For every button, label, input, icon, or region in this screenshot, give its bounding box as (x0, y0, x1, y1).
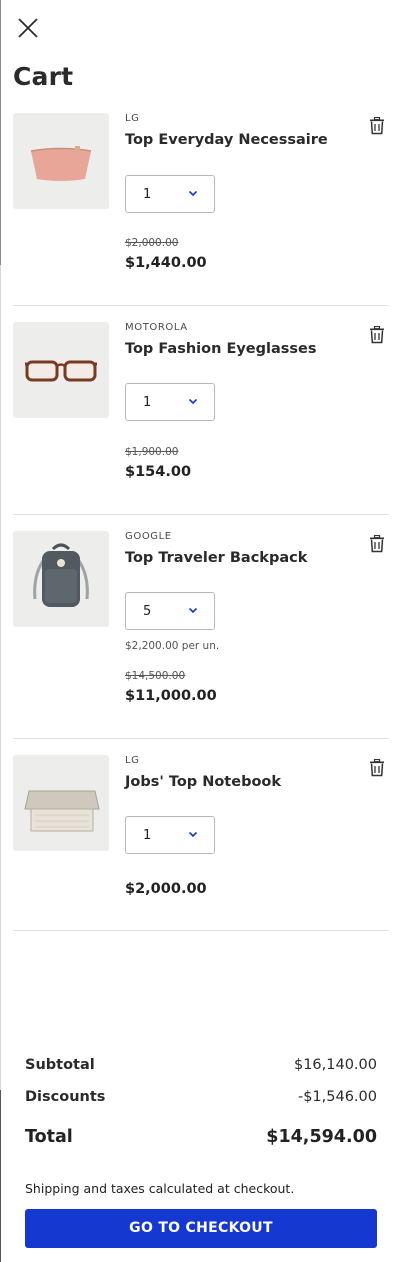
backpack-image (13, 531, 109, 627)
quantity-select[interactable]: 1 (125, 383, 215, 421)
quantity-value: 1 (143, 395, 152, 410)
product-brand: LG (125, 755, 140, 766)
trash-icon (370, 116, 384, 135)
quantity-value: 1 (143, 828, 152, 843)
product-brand: GOOGLE (125, 531, 172, 542)
product-image[interactable] (13, 322, 109, 418)
unit-price-note: $2,200.00 per un. (125, 640, 220, 652)
original-price: $2,000.00 (125, 237, 179, 249)
panel-edge-shadow (0, 0, 1, 265)
shipping-note: Shipping and taxes calculated at checkou… (25, 1181, 295, 1196)
total-row: Total $14,594.00 (25, 1127, 377, 1147)
remove-item-button[interactable] (369, 534, 385, 553)
item-price: $2,000.00 (125, 881, 207, 897)
product-name[interactable]: Top Fashion Eyeglasses (125, 341, 317, 357)
discounts-value: -$1,546.00 (297, 1089, 377, 1105)
cart-item: LG Top Everyday Necessaire 1 $2,000.00 $… (13, 96, 389, 306)
pink-pouch-image (13, 113, 109, 209)
page-title: Cart (13, 62, 74, 91)
panel-edge-shadow (0, 1090, 1, 1262)
product-image[interactable] (13, 531, 109, 627)
chevron-down-icon (188, 398, 198, 405)
product-name[interactable]: Top Everyday Necessaire (125, 132, 328, 148)
subtotal-label: Subtotal (25, 1057, 95, 1073)
product-name[interactable]: Jobs' Top Notebook (125, 774, 281, 790)
remove-item-button[interactable] (369, 116, 385, 135)
quantity-value: 5 (143, 604, 152, 619)
original-price: $1,900.00 (125, 446, 179, 458)
subtotal-value: $16,140.00 (293, 1057, 377, 1073)
product-brand: MOTOROLA (125, 322, 188, 333)
discounts-row: Discounts -$1,546.00 (25, 1089, 377, 1105)
total-value: $14,594.00 (266, 1127, 377, 1147)
quantity-value: 1 (143, 187, 152, 202)
cart-item: MOTOROLA Top Fashion Eyeglasses 1 $1,900… (13, 306, 389, 515)
item-price: $154.00 (125, 464, 192, 480)
product-image[interactable] (13, 113, 109, 209)
product-name[interactable]: Top Traveler Backpack (125, 550, 307, 566)
subtotal-row: Subtotal $16,140.00 (25, 1057, 377, 1073)
chevron-down-icon (188, 607, 198, 614)
chevron-down-icon (188, 190, 198, 197)
chevron-down-icon (188, 831, 198, 838)
close-button[interactable] (14, 14, 42, 42)
checkout-button[interactable]: GO TO CHECKOUT (25, 1209, 377, 1248)
original-price: $14,500.00 (125, 670, 186, 682)
item-price: $1,440.00 (125, 255, 207, 271)
quantity-select[interactable]: 1 (125, 816, 215, 854)
trash-icon (370, 325, 384, 344)
quantity-select[interactable]: 1 (125, 175, 215, 213)
total-label: Total (25, 1127, 73, 1147)
close-icon (18, 18, 38, 38)
quantity-select[interactable]: 5 (125, 592, 215, 630)
trash-icon (370, 534, 384, 553)
eyeglasses-image (13, 322, 109, 418)
item-price: $11,000.00 (125, 688, 217, 704)
cart-item: GOOGLE Top Traveler Backpack 5 $2,200.00… (13, 515, 389, 739)
cart-item-list: LG Top Everyday Necessaire 1 $2,000.00 $… (13, 96, 389, 931)
discounts-label: Discounts (25, 1089, 106, 1105)
cart-item: LG Jobs' Top Notebook 1 $2,000.00 (13, 739, 389, 931)
remove-item-button[interactable] (369, 758, 385, 777)
notebook-image (13, 755, 109, 851)
trash-icon (370, 758, 384, 777)
product-brand: LG (125, 113, 140, 124)
remove-item-button[interactable] (369, 325, 385, 344)
product-image[interactable] (13, 755, 109, 851)
